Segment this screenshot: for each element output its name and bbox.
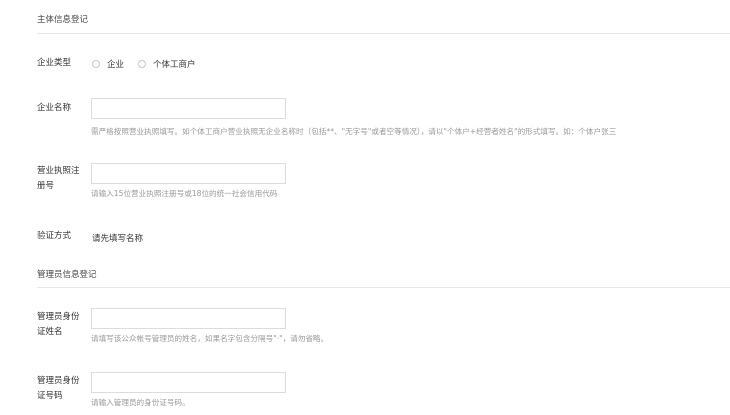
admin-name-label-line1: 管理员身份 [37,312,80,322]
license-no-label-line1: 营业执照注 [37,166,80,176]
license-no-input[interactable] [91,163,286,184]
admin-name-hint: 请填写该公众帐号管理员的姓名，如果名字包含分隔号"·"，请勿省略。 [91,334,329,343]
radio-circle-icon[interactable] [138,60,147,68]
admin-id-label: 管理员身份 证号码 [37,374,80,404]
radio-individual-business-label: 个体工商户 [153,60,196,70]
section-title-subject: 主体信息登记 [37,15,89,25]
company-name-input[interactable] [91,98,286,119]
admin-id-hint: 请输入管理员的身份证号码。 [91,398,190,407]
section-divider [37,287,730,288]
radio-individual-business[interactable]: 个体工商户 [138,58,196,70]
admin-id-input[interactable] [91,372,286,393]
company-type-radio-group: 企业 个体工商户 [92,58,210,70]
license-no-label-line2: 册号 [37,181,55,191]
section-divider [37,33,730,34]
verify-method-value: 请先填写名称 [92,234,144,244]
admin-id-label-line1: 管理员身份 [37,376,80,386]
admin-name-label: 管理员身份 证姓名 [37,310,80,340]
radio-circle-icon[interactable] [92,60,100,68]
verify-method-label: 验证方式 [37,231,72,241]
license-no-label: 营业执照注 册号 [37,164,80,194]
license-no-hint: 请输入15位营业执照注册号或18位的统一社会信用代码 [91,189,278,198]
company-name-label: 企业名称 [37,103,72,113]
company-type-label: 企业类型 [37,58,72,68]
admin-id-label-line2: 证号码 [37,391,63,401]
admin-name-label-line2: 证姓名 [37,327,63,337]
section-title-admin: 管理员信息登记 [37,270,97,280]
admin-name-input[interactable] [91,308,286,329]
radio-enterprise[interactable]: 企业 [92,58,124,70]
company-name-hint: 需严格按照营业执照填写。如个体工商户营业执照无企业名称时（包括**、"无字号"或… [91,127,617,136]
radio-enterprise-label: 企业 [107,60,125,70]
